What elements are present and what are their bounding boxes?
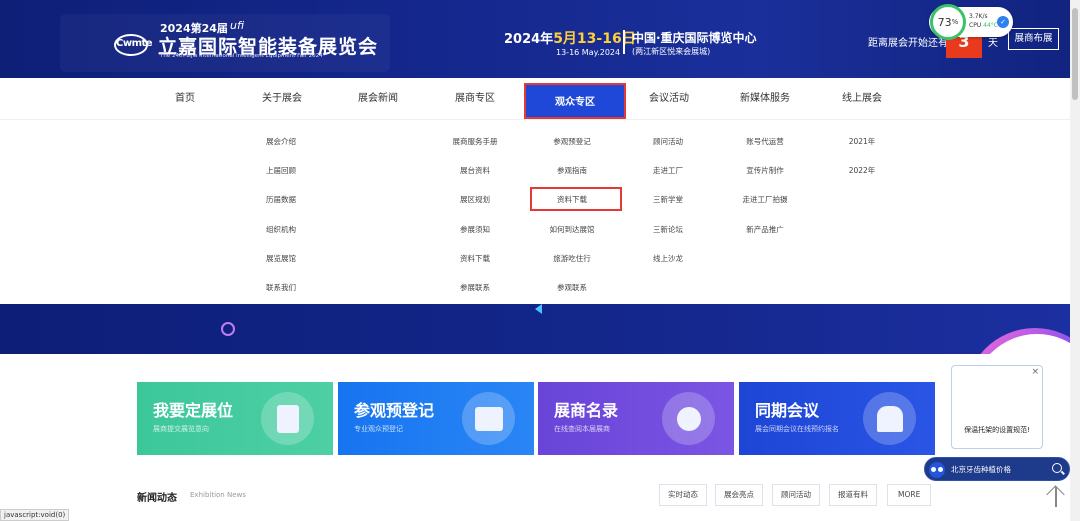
scrollbar-thumb[interactable] — [1072, 8, 1078, 100]
news-tab-realtime[interactable]: 实时动态 — [659, 484, 707, 506]
cpu-info: 3.7K/s CPU 44°C — [969, 12, 998, 30]
form-edit-icon — [462, 392, 515, 445]
menu-item[interactable]: 资料下载 — [460, 253, 490, 264]
logo-subtitle: The 24th Lijia International Intelligent… — [160, 53, 323, 59]
news-more-button[interactable]: MORE — [887, 484, 932, 506]
cpu-temp: 44°C — [983, 22, 998, 29]
ufi-logo: ufi — [230, 19, 245, 32]
card-title: 展商名录 — [554, 401, 619, 420]
decor-circle-icon — [221, 322, 235, 336]
hero-banner — [0, 304, 1070, 354]
document-icon — [261, 392, 314, 445]
back-to-top-icon[interactable] — [1046, 485, 1066, 507]
nav-home[interactable]: 首页 — [150, 78, 220, 120]
search-suggestion-pill[interactable]: 北京牙齿种植价格 — [924, 457, 1070, 481]
menu-item[interactable]: 走进工厂拍摄 — [743, 194, 788, 205]
card-concurrent-meetings[interactable]: 同期会议 展会同期会议在线预约报名 — [739, 382, 935, 455]
mega-menu — [0, 120, 1070, 304]
menu-item[interactable]: 展会介绍 — [266, 136, 296, 147]
venue-name: 中国·重庆国际博览中心 — [632, 31, 757, 45]
site-header: Cwmte 2024第24届 ufi 立嘉国际智能装备展览会 The 24th … — [0, 0, 1080, 78]
page-scrollbar[interactable] — [1070, 0, 1080, 521]
nav-news[interactable]: 展会新闻 — [341, 78, 415, 120]
news-section-subtitle: Exhibition News — [190, 491, 246, 499]
menu-item[interactable]: 账号代运营 — [746, 136, 784, 147]
venue-sub: (两江新区悦来会展城) — [632, 47, 711, 56]
card-title: 我要定展位 — [153, 401, 234, 420]
menu-item[interactable]: 宣传片制作 — [746, 165, 784, 176]
menu-item[interactable]: 展区规划 — [460, 194, 490, 205]
menu-item[interactable]: 展台资料 — [460, 165, 490, 176]
news-tab-reports[interactable]: 报道有料 — [829, 484, 877, 506]
menu-item[interactable]: 2022年 — [849, 165, 876, 176]
ad-popup-text[interactable]: 保温托架的设置规范! — [952, 425, 1042, 435]
building-icon — [863, 392, 916, 445]
nav-events[interactable]: 会议活动 — [632, 78, 706, 120]
menu-item[interactable]: 展商服务手册 — [453, 136, 498, 147]
menu-item[interactable]: 三新论坛 — [653, 224, 683, 235]
news-section-title: 新闻动态 — [137, 493, 177, 504]
person-icon — [662, 392, 715, 445]
card-subtitle: 展商提交展览意向 — [153, 425, 209, 433]
exhibition-date: 2024年5月13-16日 13-16 May.2024 — [504, 28, 636, 57]
header-divider — [623, 30, 625, 54]
cpu-monitor-widget[interactable]: 73% 3.7K/s CPU 44°C ✓ — [929, 4, 1013, 40]
menu-item[interactable]: 历届数据 — [266, 194, 296, 205]
accelerate-icon[interactable]: ✓ — [997, 16, 1009, 28]
menu-item[interactable]: 参观联系 — [557, 282, 587, 293]
countdown-label: 距离展会开始还有 — [868, 38, 948, 49]
page: Cwmte 2024第24届 ufi 立嘉国际智能装备展览会 The 24th … — [0, 0, 1080, 521]
menu-item[interactable]: 上届回顾 — [266, 165, 296, 176]
cpu-usage-ring: 73% — [930, 4, 966, 40]
menu-item[interactable]: 组织机构 — [266, 224, 296, 235]
highlight-box — [530, 187, 622, 211]
menu-item[interactable]: 展览展馆 — [266, 253, 296, 264]
assistant-avatar-icon — [929, 462, 945, 478]
card-title: 参观预登记 — [354, 401, 435, 420]
menu-item[interactable]: 参展须知 — [460, 224, 490, 235]
search-suggestion-label[interactable]: 北京牙齿种植价格 — [951, 464, 1011, 475]
menu-item[interactable]: 走进工厂 — [653, 165, 683, 176]
close-icon[interactable]: × — [1031, 367, 1039, 377]
card-visitor-registration[interactable]: 参观预登记 专业观众预登记 — [338, 382, 534, 455]
menu-item[interactable]: 顾问活动 — [653, 136, 683, 147]
exhibitor-layout-button[interactable]: 展商布展 — [1008, 28, 1059, 50]
search-icon[interactable] — [1052, 463, 1062, 473]
ad-popup[interactable]: × 保温托架的设置规范! — [951, 365, 1043, 449]
menu-item[interactable]: 参展联系 — [460, 282, 490, 293]
card-book-booth[interactable]: 我要定展位 展商提交展览意向 — [137, 382, 333, 455]
cpu-label: CPU — [969, 22, 982, 29]
menu-item[interactable]: 2021年 — [849, 136, 876, 147]
nav-about[interactable]: 关于展会 — [245, 78, 319, 120]
menu-item[interactable]: 三新学堂 — [653, 194, 683, 205]
menu-item[interactable]: 旅游吃住行 — [553, 253, 591, 264]
menu-item[interactable]: 联系我们 — [266, 282, 296, 293]
nav-media[interactable]: 新媒体服务 — [728, 78, 802, 120]
card-subtitle: 在线查阅本届展商 — [554, 425, 610, 433]
card-title: 同期会议 — [755, 401, 820, 420]
menu-item[interactable]: 新产品推广 — [746, 224, 784, 235]
main-nav: 首页 关于展会 展会新闻 展商专区 观众专区 会议活动 新媒体服务 线上展会 — [0, 78, 1070, 120]
date-year: 2024年 — [504, 32, 554, 47]
cwmte-badge-icon: Cwmte — [112, 34, 153, 56]
news-tab-highlights[interactable]: 展会亮点 — [715, 484, 763, 506]
net-speed: 3.7K/s — [969, 13, 988, 20]
news-tab-advisory[interactable]: 顾问活动 — [772, 484, 820, 506]
nav-visitor[interactable]: 观众专区 — [524, 83, 626, 119]
nav-exhibitor[interactable]: 展商专区 — [438, 78, 512, 120]
menu-item[interactable]: 参观预登记 — [553, 136, 591, 147]
card-subtitle: 专业观众预登记 — [354, 425, 403, 433]
menu-item[interactable]: 线上沙龙 — [653, 253, 683, 264]
card-subtitle: 展会同期会议在线预约报名 — [755, 425, 839, 433]
menu-item[interactable]: 如何到达展馆 — [550, 224, 595, 235]
menu-item[interactable]: 参观指南 — [557, 165, 587, 176]
carousel-prev-icon[interactable] — [535, 304, 542, 314]
exhibition-logo[interactable]: Cwmte 2024第24届 ufi 立嘉国际智能装备展览会 The 24th … — [112, 19, 377, 66]
card-exhibitor-directory[interactable]: 展商名录 在线查阅本届展商 — [538, 382, 734, 455]
nav-online[interactable]: 线上展会 — [825, 78, 899, 120]
browser-status-bar: javascript:void(0) — [0, 509, 70, 521]
venue: 中国·重庆国际博览中心 (两江新区悦来会展城) — [632, 29, 757, 57]
